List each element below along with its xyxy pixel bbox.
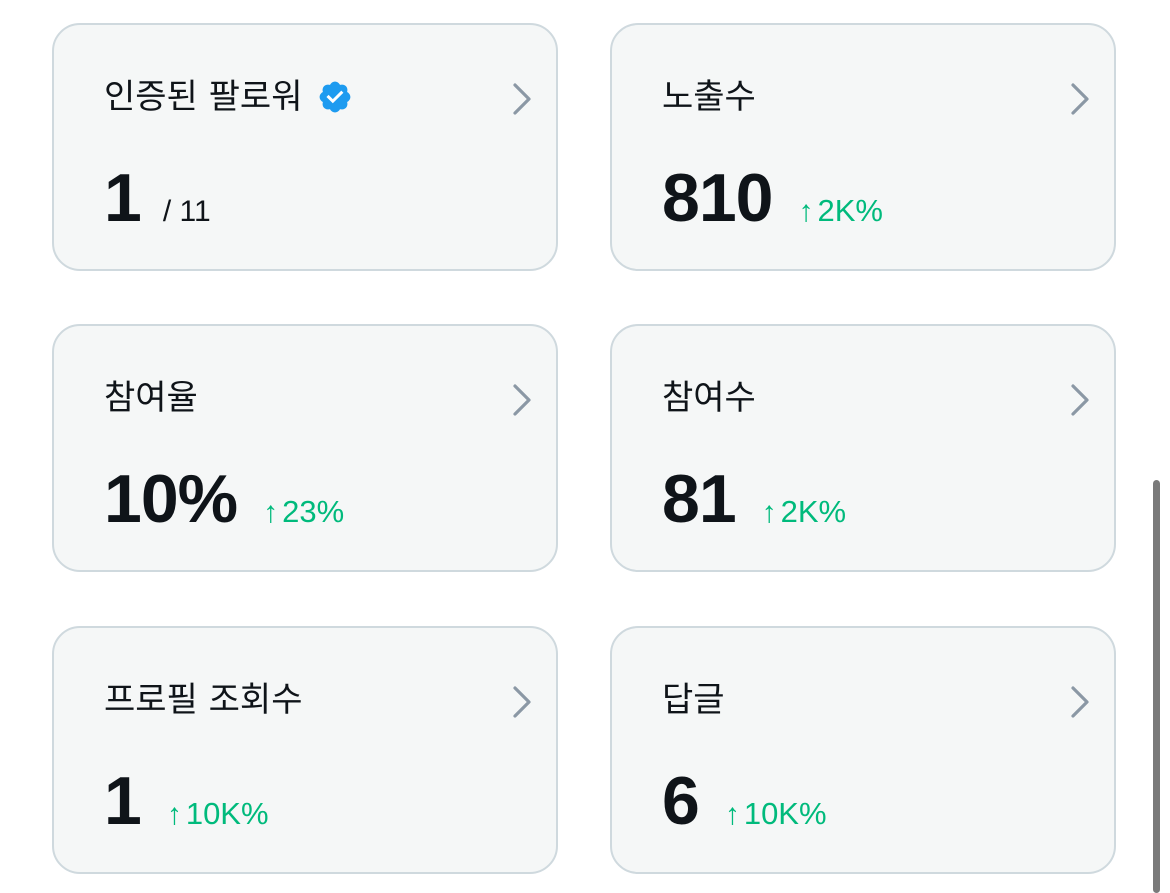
stat-card-engagements[interactable]: 참여수 81 ↑ 2K%	[610, 324, 1116, 572]
chevron-right-icon	[513, 686, 531, 718]
card-title: 인증된 팔로워	[104, 75, 353, 119]
card-value-row: 6 ↑ 10K%	[662, 766, 827, 836]
card-title-label: 인증된 팔로워	[104, 77, 303, 117]
stat-change: ↑ 23%	[263, 494, 344, 530]
stat-change-value: 2K%	[780, 494, 847, 529]
verified-badge-icon	[319, 81, 350, 113]
stat-change-value: 10K%	[185, 796, 269, 831]
stat-denominator: / 11	[162, 195, 211, 228]
up-arrow-icon: ↑	[724, 798, 740, 831]
up-arrow-icon: ↑	[263, 496, 279, 529]
stat-change-value: 2K%	[817, 193, 883, 228]
card-title-label: 참여수	[662, 378, 756, 418]
stat-card-replies[interactable]: 답글 6 ↑ 10K%	[610, 626, 1116, 874]
stat-value: 810	[662, 160, 773, 236]
card-title: 참여수	[662, 376, 756, 420]
stat-card-profile-visits[interactable]: 프로필 조회수 1 ↑ 10K%	[52, 626, 558, 874]
stat-change-value: 10K%	[743, 796, 827, 831]
chevron-right-icon	[1071, 83, 1089, 115]
chevron-right-icon	[513, 384, 531, 416]
card-value-row: 10% ↑ 23%	[104, 464, 344, 534]
scrollbar[interactable]	[1153, 480, 1160, 893]
card-value-row: 81 ↑ 2K%	[662, 464, 846, 534]
chevron-right-icon	[1071, 686, 1089, 718]
stat-change: ↑ 2K%	[762, 494, 846, 530]
stat-card-impressions[interactable]: 노출수 810 ↑ 2K%	[610, 23, 1116, 271]
card-title-label: 프로필 조회수	[104, 680, 303, 720]
stat-value: 1	[104, 160, 142, 236]
stat-change: ↑ 10K%	[167, 796, 269, 832]
card-title-label: 참여율	[104, 378, 198, 418]
stat-change: ↑ 2K%	[798, 193, 882, 229]
stat-change: ↑ 10K%	[725, 796, 827, 832]
card-title: 노출수	[662, 75, 756, 119]
stat-change-value: 23%	[282, 494, 345, 529]
card-title-label: 노출수	[662, 77, 756, 117]
analytics-stats-grid: 인증된 팔로워 1 / 11 노출수 810 ↑ 2K% 참여율 10% ↑ 2…	[0, 0, 1170, 893]
card-title: 참여율	[104, 376, 198, 420]
stat-value: 1	[104, 763, 142, 839]
stat-value: 81	[662, 461, 737, 537]
up-arrow-icon: ↑	[761, 496, 777, 529]
card-title-label: 답글	[662, 680, 725, 720]
chevron-right-icon	[513, 83, 531, 115]
card-title: 답글	[662, 678, 725, 722]
up-arrow-icon: ↑	[798, 195, 814, 228]
stat-value: 6	[662, 763, 700, 839]
card-title: 프로필 조회수	[104, 678, 303, 722]
card-value-row: 1 ↑ 10K%	[104, 766, 269, 836]
stat-card-verified-followers[interactable]: 인증된 팔로워 1 / 11	[52, 23, 558, 271]
card-value-row: 810 ↑ 2K%	[662, 163, 883, 233]
card-value-row: 1 / 11	[104, 163, 211, 233]
stat-card-engagement-rate[interactable]: 참여율 10% ↑ 23%	[52, 324, 558, 572]
stat-value: 10%	[104, 461, 238, 537]
up-arrow-icon: ↑	[166, 798, 182, 831]
chevron-right-icon	[1071, 384, 1089, 416]
